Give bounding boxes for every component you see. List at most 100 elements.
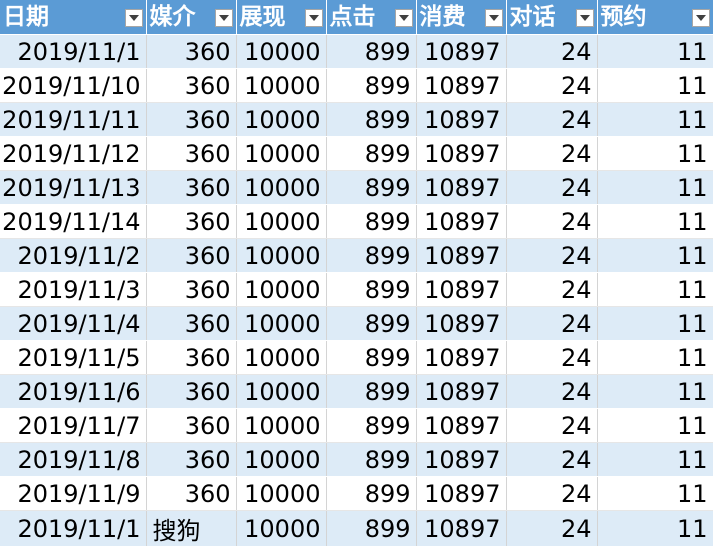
cell-media[interactable]: 360: [146, 68, 237, 103]
cell-impressions[interactable]: 10000: [236, 204, 327, 239]
cell-clicks[interactable]: 899: [326, 476, 417, 511]
cell-cost[interactable]: 10897: [416, 204, 507, 239]
cell-conversations[interactable]: 24: [506, 476, 598, 511]
cell-appointments[interactable]: 11: [597, 306, 713, 341]
cell-conversations[interactable]: 24: [506, 102, 598, 137]
cell-appointments[interactable]: 11: [597, 102, 713, 137]
cell-date[interactable]: 2019/11/9: [0, 476, 147, 511]
cell-impressions[interactable]: 10000: [236, 408, 327, 443]
cell-conversations[interactable]: 24: [506, 340, 598, 375]
cell-conversations[interactable]: 24: [506, 34, 598, 69]
cell-appointments[interactable]: 11: [597, 238, 713, 273]
cell-media[interactable]: 360: [146, 34, 237, 69]
cell-impressions[interactable]: 10000: [236, 510, 327, 547]
cell-conversations[interactable]: 24: [506, 408, 598, 443]
cell-appointments[interactable]: 11: [597, 374, 713, 409]
cell-clicks[interactable]: 899: [326, 272, 417, 307]
cell-clicks[interactable]: 899: [326, 34, 417, 69]
cell-cost[interactable]: 10897: [416, 34, 507, 69]
cell-clicks[interactable]: 899: [326, 442, 417, 477]
cell-conversations[interactable]: 24: [506, 442, 598, 477]
cell-clicks[interactable]: 899: [326, 68, 417, 103]
cell-media[interactable]: 360: [146, 136, 237, 171]
cell-impressions[interactable]: 10000: [236, 340, 327, 375]
cell-conversations[interactable]: 24: [506, 170, 598, 205]
cell-cost[interactable]: 10897: [416, 476, 507, 511]
cell-appointments[interactable]: 11: [597, 408, 713, 443]
cell-media[interactable]: 360: [146, 204, 237, 239]
cell-impressions[interactable]: 10000: [236, 68, 327, 103]
cell-cost[interactable]: 10897: [416, 374, 507, 409]
filter-dropdown-icon[interactable]: [304, 9, 323, 27]
cell-date[interactable]: 2019/11/11: [0, 102, 147, 137]
cell-conversations[interactable]: 24: [506, 272, 598, 307]
cell-date[interactable]: 2019/11/1: [0, 34, 147, 69]
cell-conversations[interactable]: 24: [506, 204, 598, 239]
cell-appointments[interactable]: 11: [597, 476, 713, 511]
cell-cost[interactable]: 10897: [416, 238, 507, 273]
cell-media[interactable]: 360: [146, 374, 237, 409]
cell-date[interactable]: 2019/11/14: [0, 204, 147, 239]
cell-cost[interactable]: 10897: [416, 68, 507, 103]
cell-clicks[interactable]: 899: [326, 340, 417, 375]
cell-conversations[interactable]: 24: [506, 238, 598, 273]
cell-date[interactable]: 2019/11/4: [0, 306, 147, 341]
column-header-date[interactable]: 日期: [0, 0, 147, 35]
cell-media[interactable]: 360: [146, 272, 237, 307]
cell-date[interactable]: 2019/11/1: [0, 510, 147, 547]
cell-appointments[interactable]: 11: [597, 136, 713, 171]
cell-cost[interactable]: 10897: [416, 510, 507, 547]
cell-clicks[interactable]: 899: [326, 306, 417, 341]
column-header-cost[interactable]: 消费: [416, 0, 507, 35]
cell-conversations[interactable]: 24: [506, 68, 598, 103]
cell-cost[interactable]: 10897: [416, 306, 507, 341]
cell-impressions[interactable]: 10000: [236, 374, 327, 409]
cell-date[interactable]: 2019/11/12: [0, 136, 147, 171]
cell-impressions[interactable]: 10000: [236, 170, 327, 205]
filter-dropdown-icon[interactable]: [575, 9, 594, 27]
cell-media[interactable]: 360: [146, 408, 237, 443]
cell-appointments[interactable]: 11: [597, 442, 713, 477]
cell-clicks[interactable]: 899: [326, 170, 417, 205]
cell-impressions[interactable]: 10000: [236, 34, 327, 69]
cell-media[interactable]: 360: [146, 340, 237, 375]
cell-media[interactable]: 360: [146, 306, 237, 341]
cell-clicks[interactable]: 899: [326, 238, 417, 273]
cell-date[interactable]: 2019/11/6: [0, 374, 147, 409]
cell-media[interactable]: 搜狗: [146, 510, 237, 547]
cell-conversations[interactable]: 24: [506, 510, 598, 547]
cell-appointments[interactable]: 11: [597, 170, 713, 205]
cell-media[interactable]: 360: [146, 102, 237, 137]
cell-date[interactable]: 2019/11/3: [0, 272, 147, 307]
cell-cost[interactable]: 10897: [416, 136, 507, 171]
column-header-appointments[interactable]: 预约: [597, 0, 713, 35]
cell-appointments[interactable]: 11: [597, 34, 713, 69]
filter-dropdown-icon[interactable]: [394, 9, 413, 27]
cell-clicks[interactable]: 899: [326, 408, 417, 443]
cell-cost[interactable]: 10897: [416, 340, 507, 375]
cell-impressions[interactable]: 10000: [236, 102, 327, 137]
cell-impressions[interactable]: 10000: [236, 476, 327, 511]
cell-clicks[interactable]: 899: [326, 136, 417, 171]
column-header-clicks[interactable]: 点击: [326, 0, 417, 35]
filter-dropdown-icon[interactable]: [214, 9, 233, 27]
filter-dropdown-icon[interactable]: [484, 9, 503, 27]
cell-cost[interactable]: 10897: [416, 442, 507, 477]
column-header-impressions[interactable]: 展现: [236, 0, 327, 35]
cell-impressions[interactable]: 10000: [236, 272, 327, 307]
cell-appointments[interactable]: 11: [597, 272, 713, 307]
cell-media[interactable]: 360: [146, 238, 237, 273]
cell-media[interactable]: 360: [146, 476, 237, 511]
cell-date[interactable]: 2019/11/7: [0, 408, 147, 443]
cell-appointments[interactable]: 11: [597, 510, 713, 547]
cell-media[interactable]: 360: [146, 170, 237, 205]
cell-conversations[interactable]: 24: [506, 374, 598, 409]
cell-impressions[interactable]: 10000: [236, 306, 327, 341]
filter-dropdown-icon[interactable]: [691, 9, 710, 27]
filter-dropdown-icon[interactable]: [124, 9, 143, 27]
column-header-conversations[interactable]: 对话: [506, 0, 598, 35]
cell-appointments[interactable]: 11: [597, 68, 713, 103]
cell-clicks[interactable]: 899: [326, 102, 417, 137]
cell-appointments[interactable]: 11: [597, 340, 713, 375]
cell-cost[interactable]: 10897: [416, 102, 507, 137]
